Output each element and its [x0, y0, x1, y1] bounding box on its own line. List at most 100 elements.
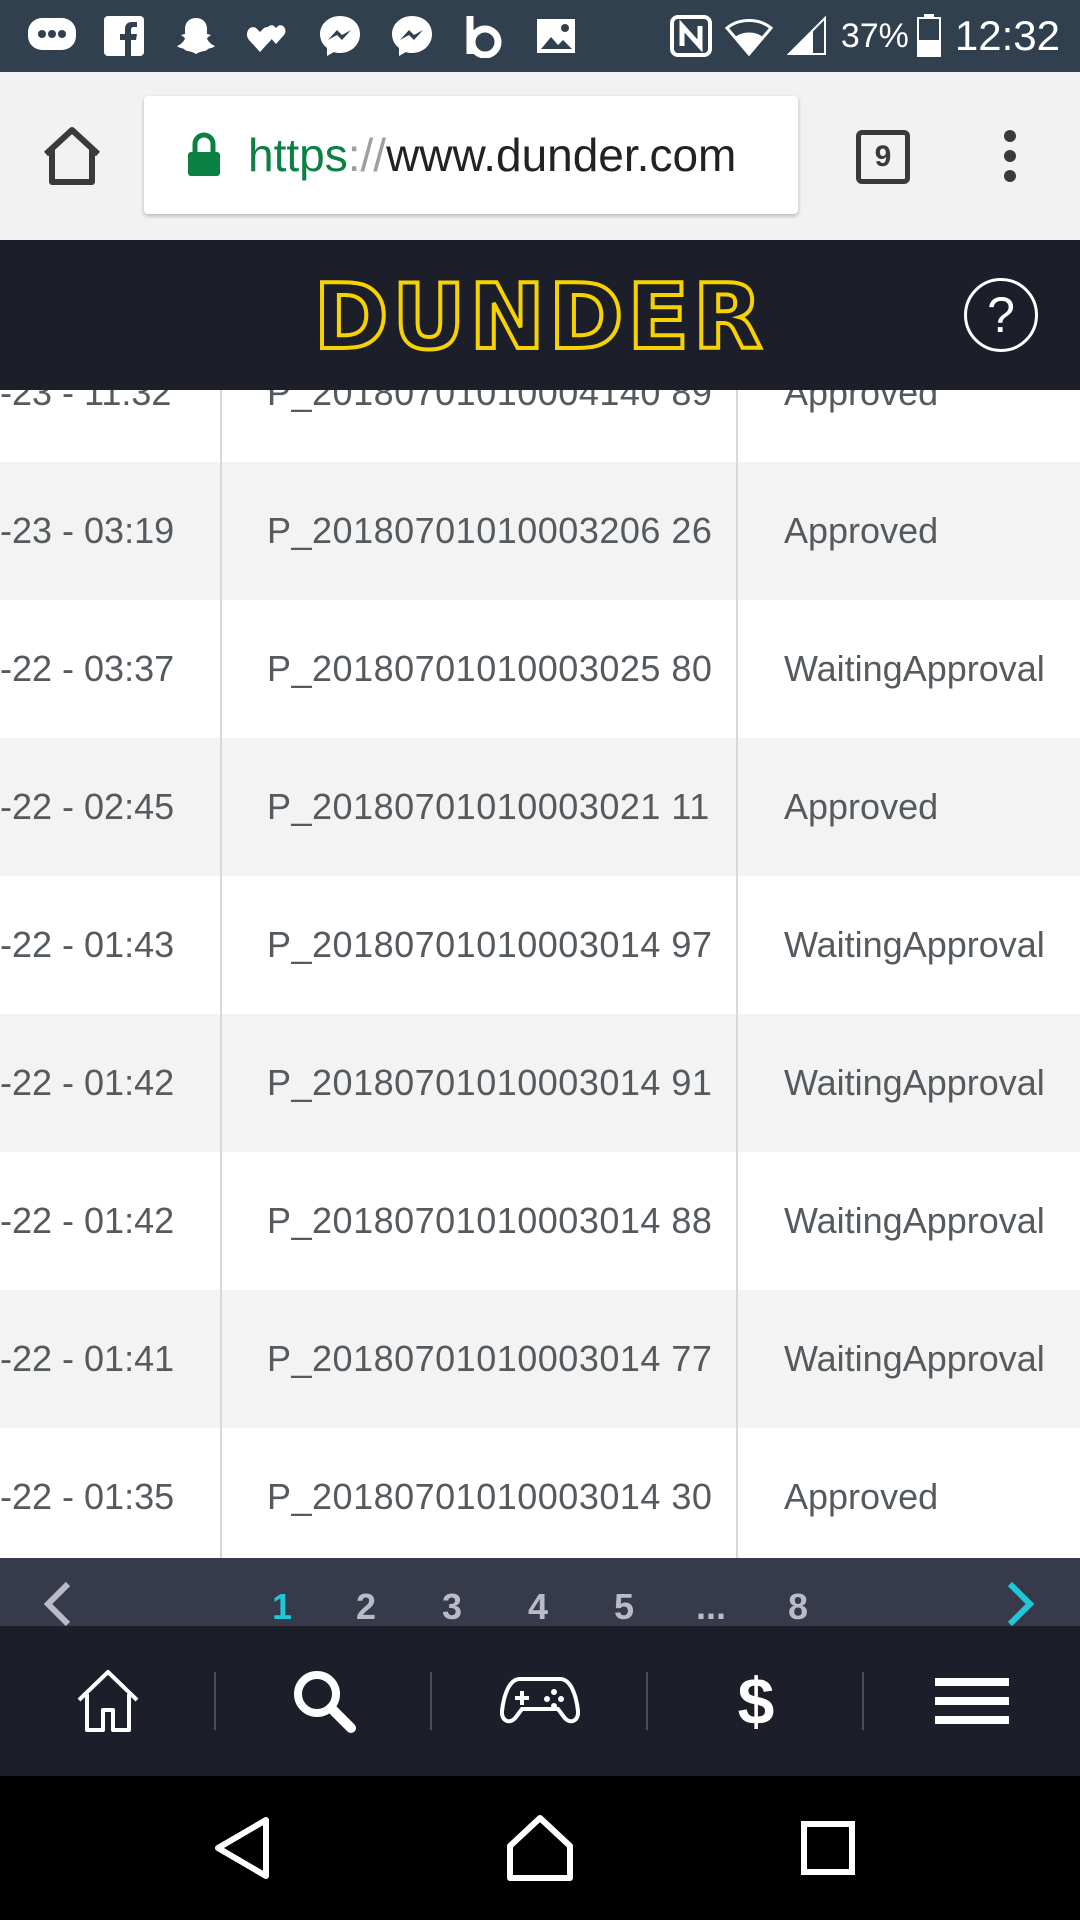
chevron-right-icon: [1007, 1581, 1035, 1626]
table-row[interactable]: -22 - 01:42 P_20180701010003014 88 Waiting…: [0, 1152, 1080, 1290]
messenger-icon: [386, 12, 438, 60]
url-text: https://www.dunder.com: [248, 128, 736, 182]
transaction-id: P_20180701010004140 89: [267, 390, 713, 413]
nav-search-button[interactable]: [216, 1626, 432, 1776]
logo-text: DUNDER: [314, 270, 767, 360]
browser-toolbar: https://www.dunder.com 9: [0, 72, 1080, 240]
clock: 12:32: [954, 12, 1060, 59]
help-button[interactable]: ?: [964, 278, 1038, 352]
transaction-date: -22 - 01:35: [0, 1476, 175, 1517]
page-2-link[interactable]: 2: [356, 1586, 376, 1626]
messenger-icon: [314, 12, 366, 60]
menu-dot: [1004, 150, 1016, 162]
signal-icon: [783, 12, 831, 60]
notification-icons: [26, 12, 602, 60]
next-page-button[interactable]: [1000, 1580, 1040, 1626]
page-4-link[interactable]: 4: [528, 1586, 548, 1626]
transaction-status: Approved: [784, 390, 939, 413]
browser-menu-button[interactable]: [990, 124, 1030, 188]
table-row[interactable]: -22 - 01:41 P_20180701010003014 77 Waiting…: [0, 1290, 1080, 1428]
transaction-date: -22 - 01:43: [0, 924, 175, 965]
site-header: DUNDER: [0, 240, 1080, 390]
help-icon: ?: [987, 287, 1015, 343]
page-8-link[interactable]: 8: [788, 1586, 808, 1626]
nav-menu-button[interactable]: [864, 1626, 1080, 1776]
page-3-link[interactable]: 3: [442, 1586, 462, 1626]
transaction-id: P_20180701010003014 77: [267, 1338, 713, 1379]
menu-dot: [1004, 170, 1016, 182]
table-row[interactable]: -22 - 01:42 P_20180701010003014 91 Waiting…: [0, 1014, 1080, 1152]
snapchat-icon: [170, 12, 222, 60]
table-row[interactable]: -22 - 01:43 P_20180701010003014 97 Waiting…: [0, 876, 1080, 1014]
dollar-icon: $: [737, 1664, 775, 1738]
table-row[interactable]: -22 - 03:37 P_20180701010003025 80 Waiting…: [0, 600, 1080, 738]
bing-icon: [458, 12, 510, 60]
transaction-id: P_20180701010003014 88: [267, 1200, 713, 1241]
table-row[interactable]: -23 - 03:19 P_20180701010003206 26 Approve…: [0, 462, 1080, 600]
site-bottom-nav: $: [0, 1626, 1080, 1776]
transaction-status: WaitingApproval: [784, 924, 1045, 965]
tab-count: 9: [874, 140, 892, 173]
gamepad-icon: [500, 1677, 580, 1724]
transaction-date: -22 - 03:37: [0, 648, 175, 689]
android-navigation-bar: [0, 1776, 1080, 1920]
page-1-link[interactable]: 1: [272, 1586, 292, 1626]
wifi-icon: [724, 12, 773, 60]
nav-home-button[interactable]: [0, 1626, 216, 1776]
url-host: www.dunder.com: [386, 129, 737, 181]
transaction-date: -22 - 01:42: [0, 1200, 175, 1241]
messages-icon: [26, 12, 78, 60]
nfc-icon: [667, 12, 715, 60]
lock-icon: [186, 132, 222, 178]
back-icon: [215, 1817, 269, 1879]
address-bar[interactable]: https://www.dunder.com: [144, 96, 798, 214]
transaction-id: P_20180701010003021 11: [267, 786, 710, 827]
transaction-status: Approved: [784, 786, 939, 827]
battery-icon: [916, 12, 941, 60]
transaction-status: Approved: [784, 510, 939, 551]
android-home-button[interactable]: [500, 1812, 580, 1884]
transaction-date: -22 - 01:42: [0, 1062, 175, 1103]
nav-cashier-button[interactable]: $: [648, 1626, 864, 1776]
dunder-logo[interactable]: DUNDER: [292, 263, 788, 372]
transaction-date: -23 - 03:19: [0, 510, 175, 551]
previous-page-button[interactable]: [38, 1580, 78, 1626]
android-back-button[interactable]: [204, 1812, 284, 1884]
home-icon: [507, 1815, 573, 1881]
page-ellipsis: ...: [696, 1586, 727, 1626]
transaction-date: -22 - 02:45: [0, 786, 175, 827]
table-body: -23 - 11:32 P_20180701010004140 89 Approve…: [0, 390, 1080, 1558]
transactions-table: -23 - 11:32 P_20180701010004140 89 Approve…: [0, 390, 1080, 1558]
chevron-left-icon: [43, 1581, 71, 1626]
hamburger-menu-icon: [935, 1678, 1009, 1724]
recents-icon: [801, 1821, 855, 1875]
menu-dot: [1004, 130, 1016, 142]
url-separator: ://: [347, 129, 387, 181]
tab-switcher-button[interactable]: 9: [856, 130, 910, 184]
page-5-link[interactable]: 5: [614, 1586, 634, 1626]
search-icon: [294, 1671, 356, 1733]
system-icons: 37% 12:32: [667, 10, 1060, 62]
transaction-id: P_20180701010003025 80: [267, 648, 713, 689]
transaction-status: WaitingApproval: [784, 1338, 1045, 1379]
url-scheme: https: [248, 129, 348, 181]
transaction-date: -22 - 01:41: [0, 1338, 175, 1379]
transaction-id: P_20180701010003206 26: [267, 510, 713, 551]
browser-home-button[interactable]: [40, 126, 104, 186]
android-recents-button[interactable]: [788, 1812, 868, 1884]
nav-games-button[interactable]: [432, 1626, 648, 1776]
transaction-status: WaitingApproval: [784, 1200, 1045, 1241]
column-divider: [736, 390, 738, 1558]
pagination: 1 2 3 4 5 ... 8: [0, 1558, 1080, 1626]
transaction-id: P_20180701010003014 91: [267, 1062, 713, 1103]
transaction-status: Approved: [784, 1476, 939, 1517]
table-row[interactable]: -22 - 01:35 P_20180701010003014 30 Approve…: [0, 1428, 1080, 1558]
table-row[interactable]: -23 - 11:32 P_20180701010004140 89 Approve…: [0, 390, 1080, 462]
facebook-icon: [98, 12, 150, 60]
battery-percent: 37%: [840, 16, 909, 55]
table-row[interactable]: -22 - 02:45 P_20180701010003021 11 Approve…: [0, 738, 1080, 876]
transaction-id: P_20180701010003014 30: [267, 1476, 713, 1517]
status-bar: 37% 12:32: [0, 0, 1080, 72]
hearts-icon: [242, 12, 294, 60]
transaction-status: WaitingApproval: [784, 1062, 1045, 1103]
